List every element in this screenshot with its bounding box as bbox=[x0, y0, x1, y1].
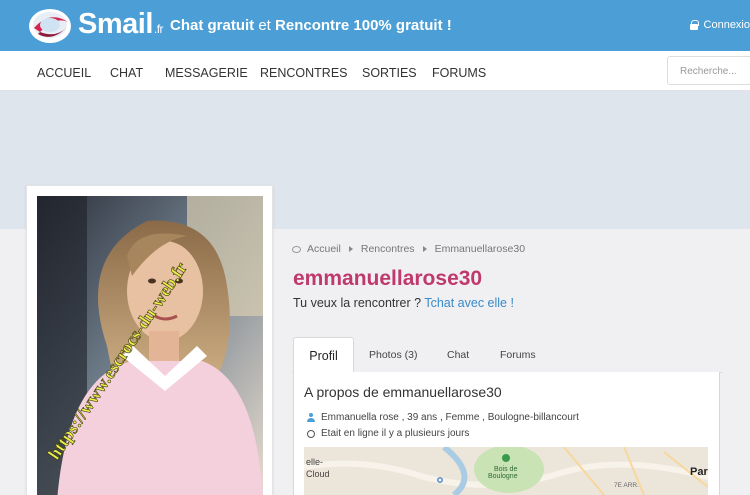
top-header: Smail.fr Chat gratuit et Rencontre 100% … bbox=[0, 0, 750, 51]
nav-item-chat[interactable]: CHAT bbox=[110, 66, 143, 80]
login-label: Connexio bbox=[703, 19, 750, 31]
nav-item-messagerie[interactable]: MESSAGERIE bbox=[165, 66, 248, 80]
profile-cta: Tu veux la rencontrer ? Tchat avec elle … bbox=[293, 296, 514, 310]
tab-forums[interactable]: Forums bbox=[500, 337, 536, 373]
station-icon bbox=[437, 477, 443, 483]
profile-photo-card: https://www.escrocs-du-web.fr bbox=[26, 185, 273, 495]
tab-profil[interactable]: Profil bbox=[293, 337, 354, 374]
logo-wordmark: Smail.fr bbox=[78, 8, 164, 40]
about-title: A propos de emmanuellarose30 bbox=[304, 384, 502, 400]
chat-bubble-icon bbox=[292, 245, 301, 253]
nav-item-rencontres[interactable]: RENCONTRES bbox=[260, 66, 348, 80]
chevron-right-icon bbox=[422, 246, 427, 252]
details-text: Emmanuella rose , 39 ans , Femme , Boulo… bbox=[321, 412, 579, 423]
map-label: Bois de bbox=[494, 466, 517, 473]
person-icon bbox=[307, 413, 315, 422]
status-circle-icon bbox=[307, 429, 315, 438]
map-label: Par bbox=[690, 466, 708, 478]
main-nav: ACCUEIL CHAT MESSAGERIE RENCONTRES SORTI… bbox=[0, 51, 750, 91]
profile-username: emmanuellarose30 bbox=[293, 267, 483, 290]
profile-photo[interactable]: https://www.escrocs-du-web.fr bbox=[37, 196, 263, 495]
chat-with-her-link[interactable]: Tchat avec elle ! bbox=[424, 296, 514, 310]
status-text: Etait en ligne il y a plusieurs jours bbox=[321, 428, 470, 439]
map-label: elle- bbox=[306, 457, 323, 467]
profile-tabs: Profil Photos (3) Chat Forums bbox=[292, 337, 722, 374]
breadcrumb-rencontres[interactable]: Rencontres bbox=[361, 243, 415, 255]
nav-item-forums[interactable]: FORUMS bbox=[432, 66, 486, 80]
nav-item-sorties[interactable]: SORTIES bbox=[362, 66, 417, 80]
map-label: Cloud bbox=[306, 469, 330, 479]
lock-icon bbox=[689, 20, 699, 30]
site-tagline: Chat gratuit et Rencontre 100% gratuit ! bbox=[170, 17, 452, 34]
cta-question: Tu veux la rencontrer ? bbox=[293, 296, 422, 310]
map-label: 7E ARR. bbox=[614, 482, 639, 489]
location-map[interactable]: elle- Cloud Bois de Boulogne Par 7E ARR. bbox=[304, 447, 708, 495]
chevron-right-icon bbox=[348, 246, 353, 252]
breadcrumb-accueil[interactable]: Accueil bbox=[307, 243, 341, 255]
tab-chat[interactable]: Chat bbox=[447, 337, 469, 373]
login-link[interactable]: Connexio bbox=[689, 19, 750, 31]
breadcrumb: Accueil Rencontres Emmanuellarose30 bbox=[292, 243, 525, 255]
search-input[interactable]: Recherche... bbox=[667, 56, 750, 85]
map-label: Boulogne bbox=[488, 473, 518, 480]
breadcrumb-current: Emmanuellarose30 bbox=[434, 243, 526, 255]
profile-details: Emmanuella rose , 39 ans , Femme , Boulo… bbox=[307, 412, 579, 423]
park-icon bbox=[502, 454, 510, 462]
tab-photos[interactable]: Photos (3) bbox=[369, 337, 417, 373]
nav-item-accueil[interactable]: ACCUEIL bbox=[37, 66, 91, 80]
online-status: Etait en ligne il y a plusieurs jours bbox=[307, 428, 469, 439]
